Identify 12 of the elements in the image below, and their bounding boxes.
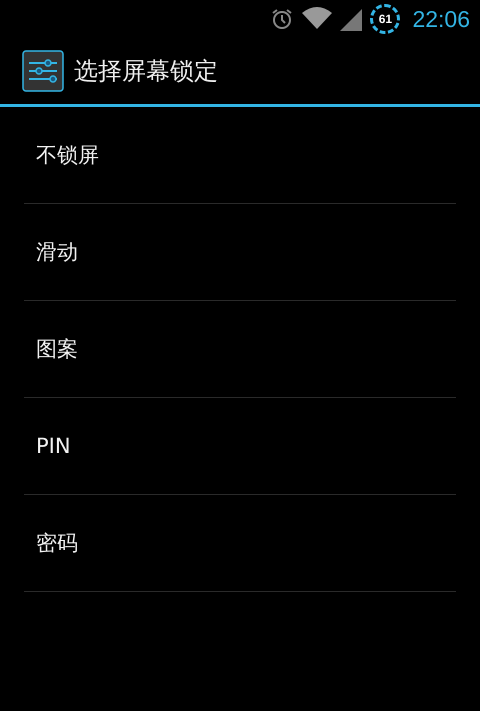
wifi-icon	[302, 7, 332, 31]
clock-time: 22:06	[412, 6, 470, 32]
screen-title: 选择屏幕锁定	[74, 56, 218, 87]
lock-option[interactable]: 滑动	[24, 204, 456, 301]
battery-indicator: 61	[370, 4, 400, 34]
lock-option[interactable]: 不锁屏	[24, 107, 456, 204]
lock-option[interactable]: PIN	[24, 398, 456, 495]
settings-sliders-icon	[22, 50, 64, 92]
signal-icon	[340, 7, 362, 31]
lock-option[interactable]: 图案	[24, 301, 456, 398]
alarm-icon	[270, 7, 294, 31]
lock-option[interactable]: 密码	[24, 495, 456, 592]
